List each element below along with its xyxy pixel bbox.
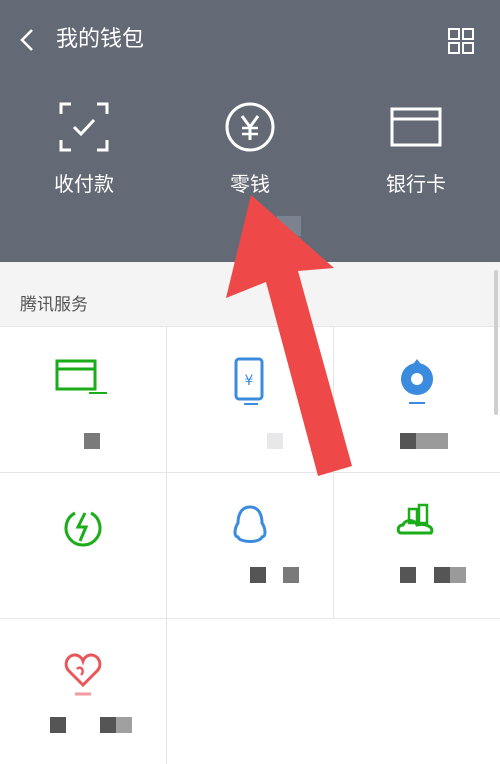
services-section-title: 腾讯服务: [20, 295, 88, 315]
change-button[interactable]: 零钱: [190, 100, 310, 210]
blurred-label: [400, 433, 416, 449]
blurred-balance: [277, 216, 301, 236]
grid-divider: [0, 618, 500, 619]
charity-heart-icon: [64, 653, 102, 696]
credit-card-repay-icon: [55, 359, 107, 394]
wallet-header: 我的钱包 收付款 零钱 银行卡: [0, 0, 500, 262]
wealth-management-icon: [401, 359, 433, 404]
utility-bill-icon: [64, 511, 102, 547]
blurred-label: [416, 433, 448, 449]
service-phone-topup[interactable]: ¥: [167, 327, 333, 472]
grid-divider: [166, 327, 167, 764]
top-bar: 我的钱包: [0, 0, 500, 80]
empty-cell: [167, 619, 500, 764]
grid-divider: [0, 326, 500, 327]
back-icon[interactable]: [14, 24, 42, 56]
blurred-label: [434, 567, 450, 583]
service-charity[interactable]: [0, 619, 166, 764]
bank-card-icon: [390, 107, 442, 147]
qq-icon: [233, 505, 267, 543]
service-city[interactable]: [334, 473, 500, 618]
service-qq[interactable]: [167, 473, 333, 618]
blurred-label: [100, 717, 116, 733]
blurred-label: [84, 433, 100, 449]
change-label: 零钱: [230, 172, 270, 196]
receive-pay-label: 收付款: [54, 172, 114, 196]
bank-card-button[interactable]: 银行卡: [356, 100, 476, 210]
blurred-label: [400, 567, 416, 583]
blurred-label: [116, 717, 132, 733]
scrollbar[interactable]: [494, 270, 498, 415]
blurred-label: [250, 567, 266, 583]
bank-card-label: 银行卡: [386, 172, 446, 196]
blurred-label: [50, 717, 66, 733]
grid-menu-icon[interactable]: [446, 26, 476, 56]
city-service-icon: [396, 503, 434, 535]
grid-divider: [0, 472, 500, 473]
grid-divider: [333, 327, 334, 619]
service-utility-bill[interactable]: [0, 473, 166, 618]
blurred-label: [450, 567, 466, 583]
blurred-label: [283, 567, 299, 583]
blurred-label: [267, 433, 283, 449]
yen-circle-icon: [225, 102, 275, 152]
receive-pay-button[interactable]: 收付款: [24, 100, 144, 210]
service-credit-card-repay[interactable]: [0, 327, 166, 472]
svg-text:¥: ¥: [245, 373, 254, 389]
page-title: 我的钱包: [56, 27, 145, 52]
scan-check-icon: [59, 102, 109, 152]
phone-topup-icon: ¥: [234, 357, 264, 405]
service-wealth-management[interactable]: [334, 327, 500, 472]
